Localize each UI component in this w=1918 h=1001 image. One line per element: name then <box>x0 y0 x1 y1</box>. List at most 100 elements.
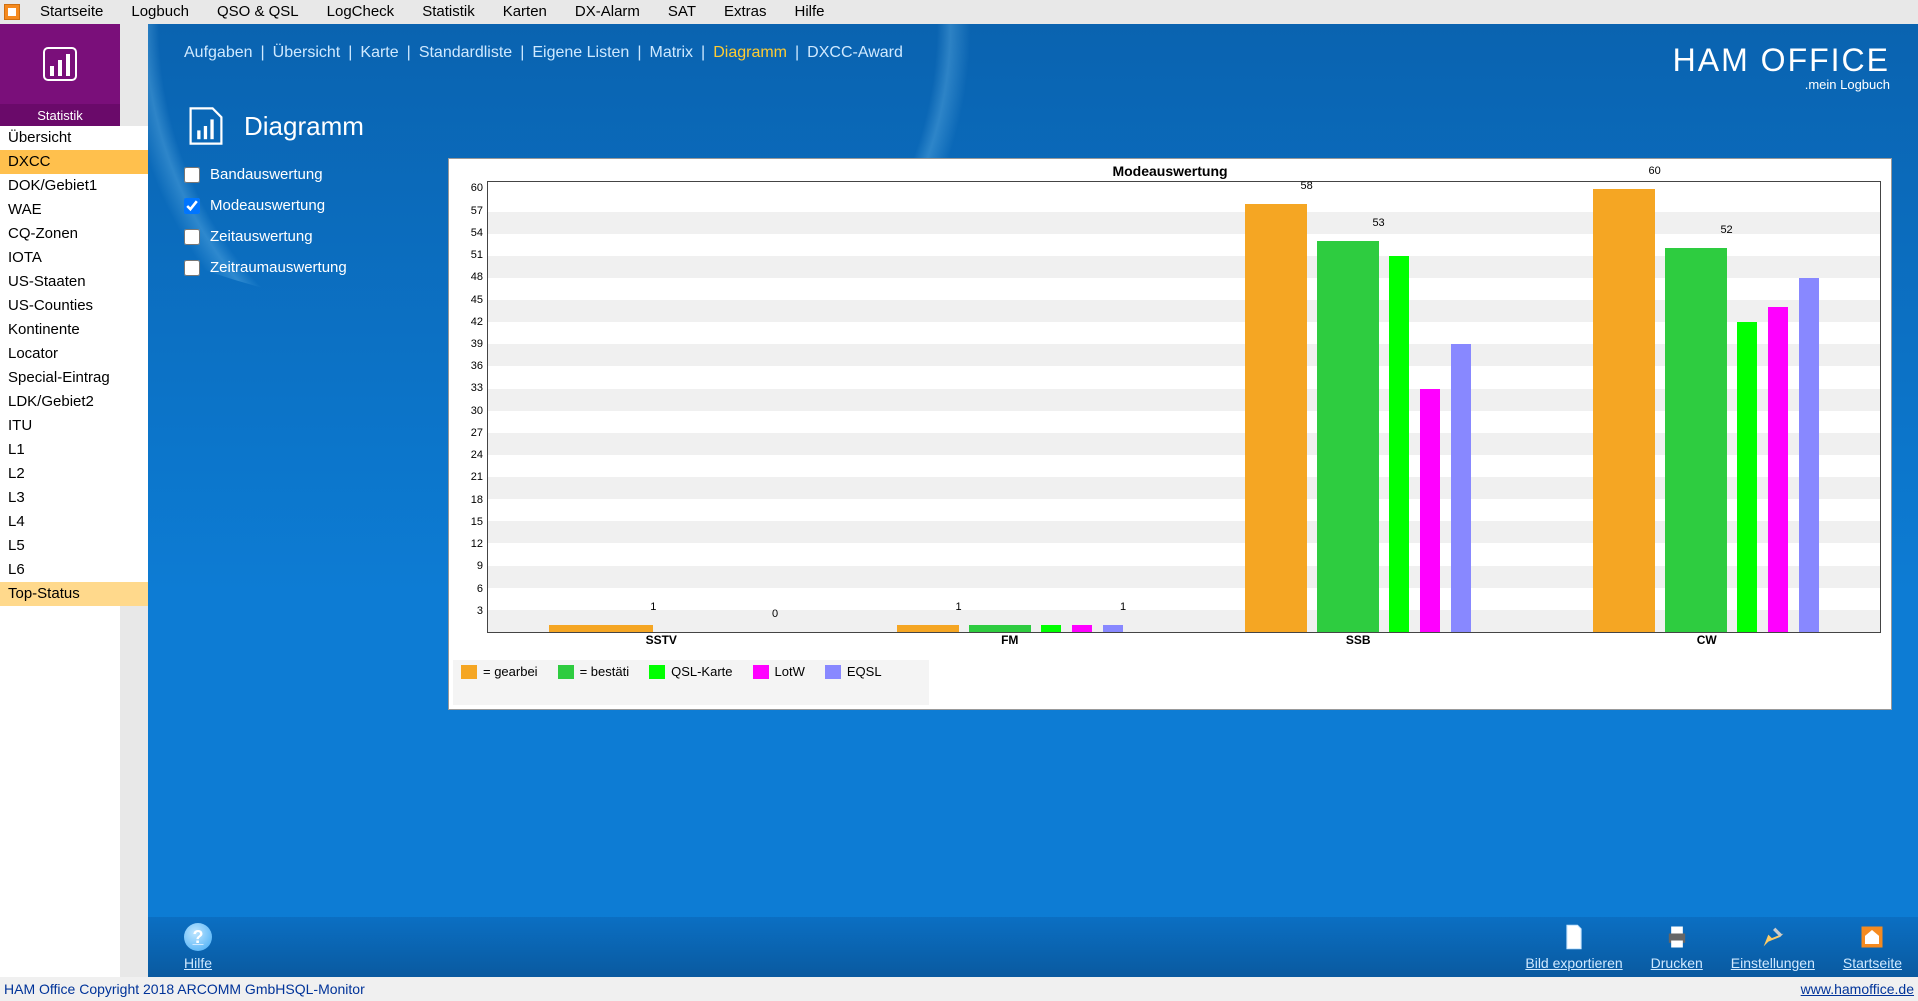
status-url[interactable]: www.hamoffice.de <box>1801 981 1914 997</box>
y-tick: 60 <box>471 182 483 194</box>
legend-label: LotW <box>775 664 805 679</box>
menu-item[interactable]: Hilfe <box>781 0 839 24</box>
crumb[interactable]: Aufgaben <box>184 44 253 62</box>
bar <box>549 625 653 632</box>
sep: | <box>795 44 799 62</box>
sidebar-item[interactable]: Kontinente <box>0 318 148 342</box>
help-link[interactable]: ? Hilfe <box>184 923 212 971</box>
menu-item[interactable]: SAT <box>654 0 710 24</box>
y-tick: 30 <box>471 405 483 417</box>
crumb[interactable]: DXCC-Award <box>807 44 903 62</box>
sidebar-item[interactable]: IOTA <box>0 246 148 270</box>
sidebar-item[interactable]: LDK/Gebiet2 <box>0 390 148 414</box>
bottom-actions: Bild exportieren Drucken Einstellungen Star… <box>1525 923 1902 971</box>
legend: = gearbei= bestätiQSL-KarteLotWEQSL <box>453 660 929 705</box>
opt-mode[interactable]: Modeauswertung <box>184 197 347 214</box>
y-tick: 6 <box>477 583 483 595</box>
menu-item[interactable]: DX-Alarm <box>561 0 654 24</box>
home-icon[interactable] <box>4 4 20 20</box>
sidebar-item[interactable]: DOK/Gebiet1 <box>0 174 148 198</box>
opt-label: Bandauswertung <box>210 166 323 183</box>
help-label: Hilfe <box>184 955 212 971</box>
nav-column-label: Statistik <box>0 104 120 126</box>
menu-item[interactable]: LogCheck <box>313 0 409 24</box>
sidebar-item[interactable]: L1 <box>0 438 148 462</box>
sidebar-item[interactable]: L5 <box>0 534 148 558</box>
sidebar-item[interactable]: CQ-Zonen <box>0 222 148 246</box>
menu-item[interactable]: Statistik <box>408 0 489 24</box>
sidebar-item[interactable]: Special-Eintrag <box>0 366 148 390</box>
opt-zeit[interactable]: Zeitauswertung <box>184 228 347 245</box>
y-tick: 24 <box>471 449 483 461</box>
y-tick: 39 <box>471 338 483 350</box>
sep: | <box>701 44 705 62</box>
status-sql[interactable]: SQL-Monitor <box>285 981 364 997</box>
crumb[interactable]: Karte <box>360 44 398 62</box>
sidebar-item[interactable]: Top-Status <box>0 582 148 606</box>
legend-swatch <box>461 665 477 679</box>
menu-item[interactable]: Logbuch <box>117 0 203 24</box>
x-tick: FM <box>1001 633 1018 647</box>
menu-item[interactable]: Startseite <box>26 0 117 24</box>
sidebar-item[interactable]: L6 <box>0 558 148 582</box>
checkbox[interactable] <box>184 167 200 183</box>
x-tick: SSB <box>1346 633 1371 647</box>
y-tick: 36 <box>471 360 483 372</box>
y-tick: 18 <box>471 494 483 506</box>
sep: | <box>348 44 352 62</box>
bar <box>969 625 1031 632</box>
menu-item[interactable]: Extras <box>710 0 781 24</box>
bar-label: 53 <box>1372 217 1384 229</box>
opt-band[interactable]: Bandauswertung <box>184 166 347 183</box>
sidebar-item[interactable]: US-Counties <box>0 294 148 318</box>
opt-zeitraum[interactable]: Zeitraumauswertung <box>184 259 347 276</box>
action-export[interactable]: Bild exportieren <box>1525 923 1622 971</box>
crumb[interactable]: Matrix <box>649 44 693 62</box>
sidebar-item[interactable]: L3 <box>0 486 148 510</box>
sidebar-item[interactable]: WAE <box>0 198 148 222</box>
action-settings[interactable]: Einstellungen <box>1731 923 1815 971</box>
chart-title: Modeauswertung <box>449 163 1891 179</box>
y-tick: 12 <box>471 538 483 550</box>
status-copyright: HAM Office Copyright 2018 ARCOMM GmbH <box>4 981 285 997</box>
legend-label: = gearbei <box>483 664 538 679</box>
legend-swatch <box>753 665 769 679</box>
crumb[interactable]: Übersicht <box>273 44 341 62</box>
sidebar-item[interactable]: Übersicht <box>0 126 148 150</box>
menu-item[interactable]: Karten <box>489 0 561 24</box>
y-tick: 48 <box>471 271 483 283</box>
sidebar-item[interactable]: L4 <box>0 510 148 534</box>
sidebar-item[interactable]: ITU <box>0 414 148 438</box>
legend-item: LotW <box>753 664 805 679</box>
sep: | <box>407 44 411 62</box>
chart-options: Bandauswertung Modeauswertung Zeitauswer… <box>184 166 347 276</box>
crumb[interactable]: Eigene Listen <box>532 44 629 62</box>
sidebar-item[interactable]: US-Staaten <box>0 270 148 294</box>
y-tick: 33 <box>471 382 483 394</box>
checkbox[interactable] <box>184 260 200 276</box>
bar-label: 1 <box>956 601 962 613</box>
sidebar-item[interactable]: DXCC <box>0 150 148 174</box>
bar-label: 58 <box>1300 180 1312 192</box>
sidebar-item[interactable]: Locator <box>0 342 148 366</box>
checkbox[interactable] <box>184 229 200 245</box>
action-print[interactable]: Drucken <box>1651 923 1703 971</box>
crumb-active[interactable]: Diagramm <box>713 44 787 62</box>
bar <box>1245 204 1307 632</box>
menu-item[interactable]: QSO & QSL <box>203 0 313 24</box>
crumb[interactable]: Standardliste <box>419 44 512 62</box>
bar <box>1420 389 1441 632</box>
bar <box>1072 625 1093 632</box>
sidebar-item[interactable]: L2 <box>0 462 148 486</box>
status-bar: HAM Office Copyright 2018 ARCOMM GmbH SQ… <box>0 977 1918 1001</box>
legend-label: = bestäti <box>580 664 630 679</box>
sep: | <box>520 44 524 62</box>
checkbox[interactable] <box>184 198 200 214</box>
bar-label: 1 <box>650 601 656 613</box>
brand-title: HAM OFFICE <box>1673 44 1890 76</box>
menubar: Startseite Logbuch QSO & QSL LogCheck St… <box>0 0 1918 24</box>
bar <box>1317 241 1379 632</box>
action-home[interactable]: Startseite <box>1843 923 1902 971</box>
y-tick: 9 <box>477 560 483 572</box>
legend-label: QSL-Karte <box>671 664 732 679</box>
